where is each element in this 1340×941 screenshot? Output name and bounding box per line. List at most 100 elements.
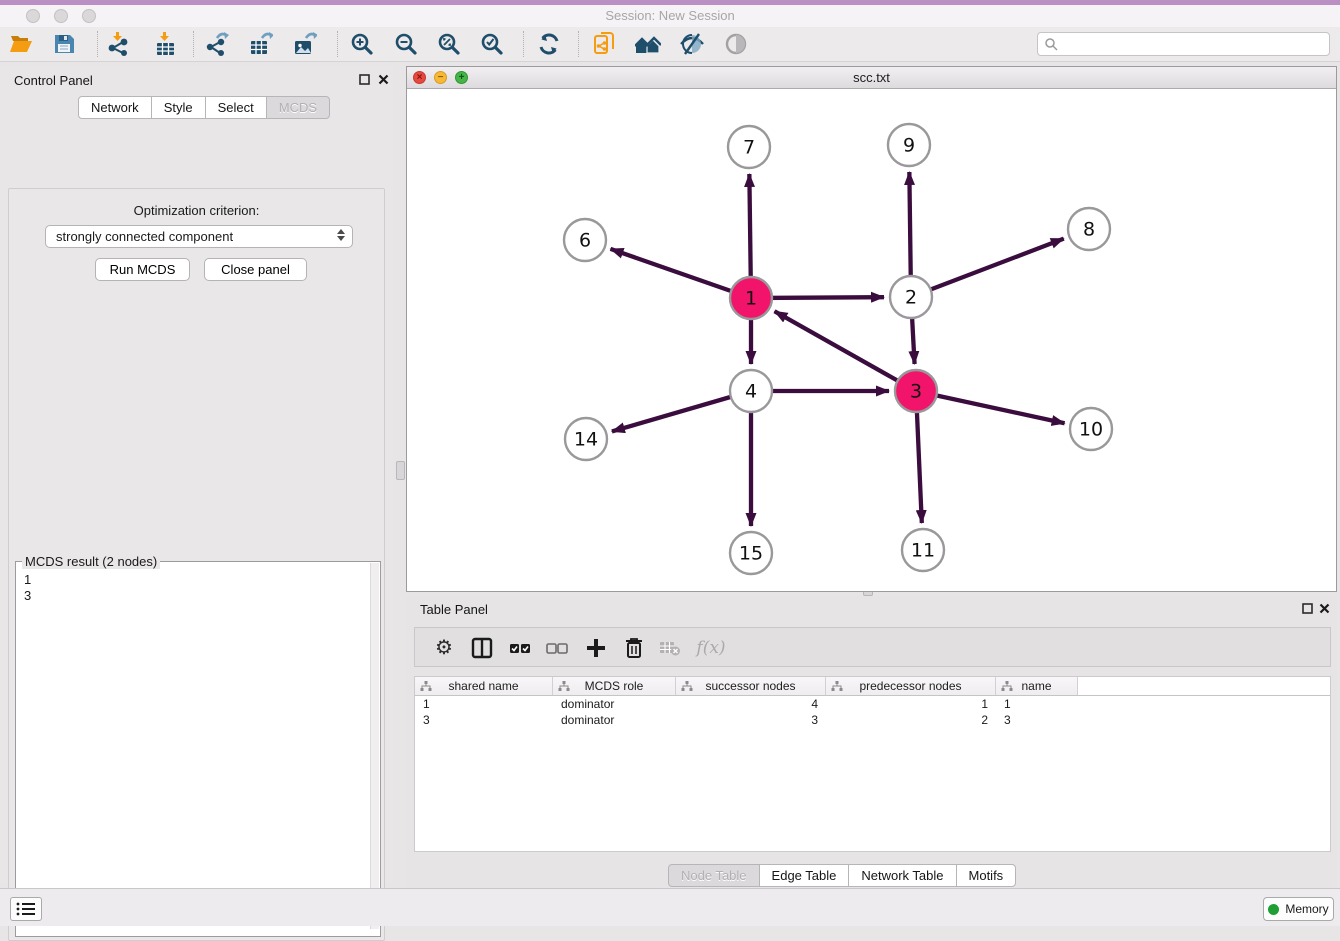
table-cell[interactable]: 1 bbox=[415, 696, 553, 712]
table-cell[interactable]: 1 bbox=[826, 696, 996, 712]
export-table-icon[interactable] bbox=[248, 31, 274, 57]
tab-network-table[interactable]: Network Table bbox=[848, 864, 956, 887]
delete-table-icon bbox=[657, 635, 683, 661]
float-panel-icon[interactable] bbox=[358, 73, 371, 86]
close-table-panel-icon[interactable] bbox=[1318, 602, 1331, 615]
zoom-in-icon[interactable] bbox=[349, 31, 375, 57]
criterion-select[interactable]: strongly connected component bbox=[45, 225, 353, 248]
table-cell[interactable]: 3 bbox=[996, 712, 1078, 728]
column-header-name[interactable]: name bbox=[996, 677, 1078, 695]
node-label-9: 9 bbox=[903, 135, 915, 157]
open-file-icon[interactable] bbox=[8, 31, 34, 57]
node-label-4: 4 bbox=[745, 381, 757, 403]
vertical-splitter-handle[interactable] bbox=[396, 461, 405, 480]
import-table-icon[interactable] bbox=[152, 31, 178, 57]
table-cell[interactable]: 4 bbox=[676, 696, 826, 712]
table-panel: Table Panel ⚙ f(x) shared nameMCDS roles… bbox=[406, 596, 1337, 888]
tab-network[interactable]: Network bbox=[78, 96, 152, 119]
table-cell[interactable]: 2 bbox=[826, 712, 996, 728]
tree-icon bbox=[420, 680, 432, 696]
search-input[interactable] bbox=[1058, 36, 1329, 52]
tree-icon bbox=[831, 680, 843, 696]
toolbar-separator bbox=[578, 31, 579, 57]
table-body: 1dominator4113dominator323 bbox=[415, 696, 1330, 728]
table-toolbar: ⚙ f(x) bbox=[414, 627, 1331, 667]
toolbar-separator bbox=[97, 31, 98, 57]
edge-1-6[interactable] bbox=[610, 249, 751, 298]
deselect-all-icon[interactable] bbox=[544, 635, 570, 661]
result-scrollbar[interactable] bbox=[370, 563, 379, 929]
toolbar-separator bbox=[337, 31, 338, 57]
table-row[interactable]: 3dominator323 bbox=[415, 712, 1330, 728]
edge-3-1[interactable] bbox=[775, 311, 916, 391]
float-table-panel-icon[interactable] bbox=[1301, 602, 1314, 615]
node-label-8: 8 bbox=[1083, 219, 1095, 241]
clone-network-icon[interactable] bbox=[592, 31, 618, 57]
tab-edge-table[interactable]: Edge Table bbox=[759, 864, 850, 887]
toolbar-separator bbox=[193, 31, 194, 57]
select-all-icon[interactable] bbox=[507, 635, 533, 661]
save-session-icon[interactable] bbox=[51, 31, 77, 57]
node-label-2: 2 bbox=[905, 287, 917, 309]
fx-label: f(x) bbox=[696, 638, 725, 658]
column-header-successor-nodes[interactable]: successor nodes bbox=[676, 677, 826, 695]
table-cell[interactable]: dominator bbox=[553, 712, 676, 728]
export-image-icon[interactable] bbox=[292, 31, 318, 57]
add-column-icon[interactable] bbox=[583, 635, 609, 661]
list-icon bbox=[15, 901, 37, 917]
memory-status-icon bbox=[1268, 904, 1279, 915]
tab-select[interactable]: Select bbox=[205, 96, 267, 119]
criterion-select-value: strongly connected component bbox=[56, 229, 233, 244]
first-neighbors-icon[interactable] bbox=[635, 31, 661, 57]
tab-motifs[interactable]: Motifs bbox=[956, 864, 1017, 887]
network-window-title: scc.txt bbox=[407, 67, 1336, 89]
delete-column-icon[interactable] bbox=[621, 635, 647, 661]
table-cell[interactable]: 3 bbox=[415, 712, 553, 728]
table-options-icon[interactable]: ⚙ bbox=[431, 635, 457, 661]
control-panel-tabs: NetworkStyleSelectMCDS bbox=[78, 96, 330, 119]
show-all-icon[interactable] bbox=[723, 31, 749, 57]
optimization-criterion-label: Optimization criterion: bbox=[9, 203, 384, 218]
edge-3-10[interactable] bbox=[916, 391, 1065, 423]
table-cell[interactable]: 1 bbox=[996, 696, 1078, 712]
network-graph[interactable]: 7968124314101511 bbox=[407, 89, 1336, 592]
close-panel-icon[interactable] bbox=[377, 73, 390, 86]
hide-selected-icon[interactable] bbox=[679, 31, 705, 57]
close-panel-button[interactable]: Close panel bbox=[204, 258, 307, 281]
search-icon bbox=[1044, 37, 1058, 51]
import-network-icon[interactable] bbox=[105, 31, 131, 57]
control-panel: Control Panel NetworkStyleSelectMCDS Opt… bbox=[0, 66, 393, 883]
column-header-MCDS-role[interactable]: MCDS role bbox=[553, 677, 676, 695]
run-mcds-button[interactable]: Run MCDS bbox=[95, 258, 190, 281]
tab-node-table[interactable]: Node Table bbox=[668, 864, 760, 887]
refresh-icon[interactable] bbox=[536, 31, 562, 57]
node-label-6: 6 bbox=[579, 230, 591, 252]
tree-icon bbox=[1001, 680, 1013, 696]
tab-mcds[interactable]: MCDS bbox=[266, 96, 330, 119]
memory-button[interactable]: Memory bbox=[1263, 897, 1334, 921]
network-view-window: × − + scc.txt 7968124314101511 bbox=[406, 66, 1337, 592]
table-row[interactable]: 1dominator411 bbox=[415, 696, 1330, 712]
node-label-7: 7 bbox=[743, 137, 755, 159]
table-cell[interactable]: dominator bbox=[553, 696, 676, 712]
task-history-button[interactable] bbox=[10, 897, 42, 921]
app-title: Session: New Session bbox=[0, 5, 1340, 27]
column-header-shared-name[interactable]: shared name bbox=[415, 677, 553, 695]
zoom-selected-icon[interactable] bbox=[479, 31, 505, 57]
tree-icon bbox=[558, 680, 570, 696]
show-columns-icon[interactable] bbox=[469, 635, 495, 661]
tab-style[interactable]: Style bbox=[151, 96, 206, 119]
mcds-result-lines: 1 3 bbox=[24, 572, 31, 604]
table-cell[interactable]: 3 bbox=[676, 712, 826, 728]
export-network-icon[interactable] bbox=[204, 31, 230, 57]
node-label-14: 14 bbox=[574, 429, 598, 451]
zoom-out-icon[interactable] bbox=[393, 31, 419, 57]
node-table: shared nameMCDS rolesuccessor nodesprede… bbox=[414, 676, 1331, 852]
edge-2-8[interactable] bbox=[911, 239, 1064, 297]
mcds-result-title: MCDS result (2 nodes) bbox=[22, 554, 160, 569]
column-header-predecessor-nodes[interactable]: predecessor nodes bbox=[826, 677, 996, 695]
search-field[interactable] bbox=[1037, 32, 1330, 56]
mcds-result-box: MCDS result (2 nodes) 1 3 bbox=[15, 561, 381, 937]
zoom-fit-icon[interactable] bbox=[436, 31, 462, 57]
tree-icon bbox=[681, 680, 693, 696]
